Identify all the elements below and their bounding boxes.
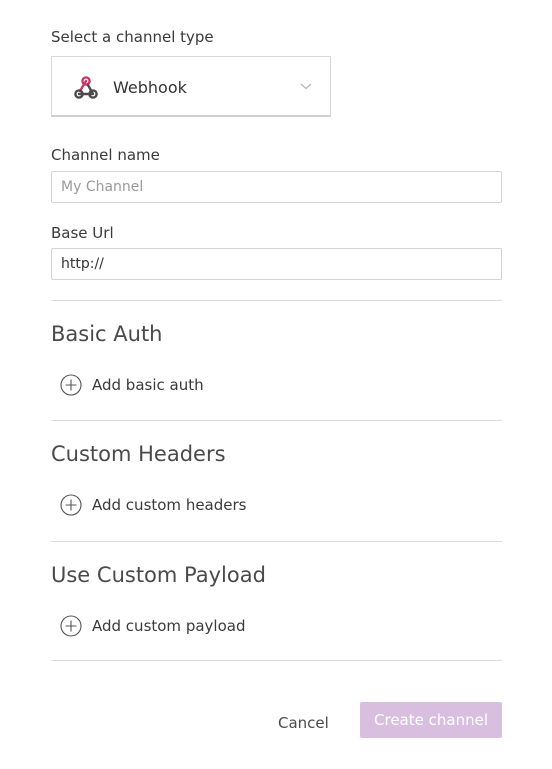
divider (51, 300, 502, 301)
channel-type-select[interactable]: Webhook (51, 56, 331, 117)
add-circle-icon (60, 374, 82, 396)
basic-auth-heading: Basic Auth (51, 322, 163, 346)
add-custom-headers-button[interactable]: Add custom headers (60, 493, 246, 517)
add-basic-auth-button[interactable]: Add basic auth (60, 373, 204, 397)
channel-name-input[interactable] (51, 171, 502, 203)
base-url-label: Base Url (51, 224, 114, 242)
add-basic-auth-label: Add basic auth (92, 376, 204, 394)
divider (51, 660, 502, 661)
add-circle-icon (60, 615, 82, 637)
add-custom-payload-button[interactable]: Add custom payload (60, 614, 245, 638)
webhook-icon (74, 76, 98, 99)
add-custom-payload-label: Add custom payload (92, 617, 246, 635)
chevron-down-icon (300, 83, 312, 90)
divider (51, 420, 502, 421)
custom-headers-heading: Custom Headers (51, 442, 226, 466)
create-channel-button[interactable]: Create channel (360, 702, 502, 738)
channel-type-label: Select a channel type (51, 28, 214, 46)
add-custom-headers-label: Add custom headers (92, 496, 247, 514)
divider (51, 541, 502, 542)
custom-payload-heading: Use Custom Payload (51, 563, 266, 587)
channel-type-value: Webhook (113, 78, 187, 97)
cancel-button[interactable]: Cancel (278, 711, 329, 735)
base-url-input[interactable] (51, 248, 502, 280)
channel-name-label: Channel name (51, 146, 160, 164)
add-circle-icon (60, 494, 82, 516)
